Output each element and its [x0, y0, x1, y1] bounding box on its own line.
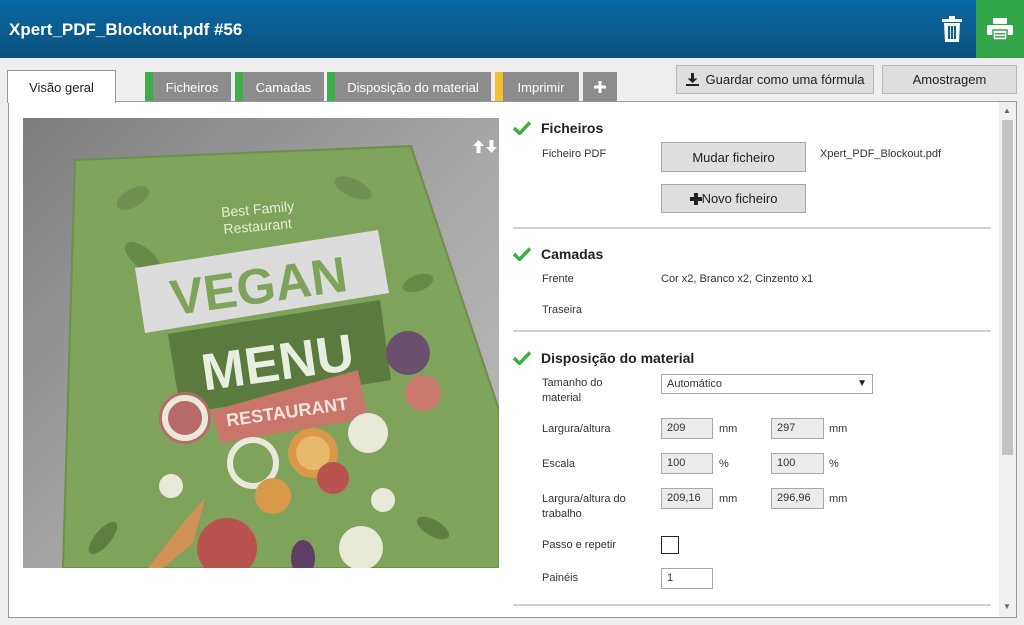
print-button[interactable]: [976, 0, 1024, 58]
unit-mm: mm: [719, 423, 738, 435]
title-bar: Xpert_PDF_Blockout.pdf #56: [0, 0, 1024, 58]
sample-button[interactable]: Amostragem: [882, 65, 1017, 94]
tab-label: Visão geral: [29, 79, 94, 95]
section-files-header: Ficheiros: [513, 120, 603, 136]
unit-percent: %: [829, 458, 839, 470]
scrollbar-thumb[interactable]: [1002, 120, 1013, 455]
scale-x-input[interactable]: 100: [661, 453, 713, 474]
tab-label: Ficheiros: [165, 79, 219, 95]
scale-label: Escala: [542, 458, 576, 470]
section-media-layout-header: Disposição do material: [513, 350, 694, 366]
overview-panel: Best Family Restaurant VEGAN MENU RESTAU…: [8, 101, 1017, 618]
front-value: Cor x2, Branco x2, Cinzento x1: [661, 273, 814, 285]
check-icon: [513, 247, 531, 261]
tab-media-layout[interactable]: Disposição do material: [327, 72, 491, 102]
details-scrollbar[interactable]: ▲ ▼: [999, 102, 1016, 617]
check-icon: [513, 121, 531, 135]
pdf-file-label: Ficheiro PDF: [542, 148, 607, 160]
status-bar: [235, 72, 243, 102]
unit-mm: mm: [829, 423, 848, 435]
scroll-up-icon[interactable]: ▲: [1003, 106, 1011, 115]
tab-layers[interactable]: Camadas: [235, 72, 324, 102]
status-bar: [145, 72, 153, 102]
new-file-label: Novo ficheiro: [701, 191, 778, 206]
media-size-select[interactable]: Automático ▼: [661, 374, 873, 394]
job-size-label-2: trabalho: [542, 508, 582, 520]
add-tab-button[interactable]: [583, 72, 617, 102]
printer-icon: [987, 18, 1013, 40]
trash-icon: [942, 16, 962, 42]
section-divider: [513, 227, 991, 229]
unit-mm: mm: [719, 493, 738, 505]
height-input[interactable]: 297: [771, 418, 824, 439]
preview-flip-controls: [473, 140, 497, 153]
section-layers-title: Camadas: [541, 246, 604, 262]
status-bar: [495, 72, 503, 102]
window-title: Xpert_PDF_Blockout.pdf #56: [9, 20, 243, 39]
section-divider: [513, 604, 991, 606]
section-files-title: Ficheiros: [541, 120, 604, 136]
tab-overview[interactable]: Visão geral: [7, 70, 116, 103]
scroll-down-icon[interactable]: ▼: [1003, 602, 1011, 611]
unit-mm: mm: [829, 493, 848, 505]
unit-percent: %: [719, 458, 729, 470]
download-icon: [685, 73, 699, 86]
step-repeat-checkbox[interactable]: [661, 536, 679, 554]
arrow-up-icon[interactable]: [473, 140, 484, 153]
section-divider: [513, 330, 991, 332]
tab-label: Imprimir: [517, 79, 565, 95]
media-size-label-2: material: [542, 392, 582, 404]
pdf-filename: Xpert_PDF_Blockout.pdf: [820, 148, 942, 160]
save-as-formula-label: Guardar como uma fórmula: [705, 72, 865, 87]
delete-button[interactable]: [928, 0, 976, 58]
panels-label: Painéis: [542, 572, 579, 584]
job-size-label-1: Largura/altura do: [542, 493, 626, 505]
sample-label: Amostragem: [912, 72, 987, 87]
back-label: Traseira: [542, 304, 582, 316]
panels-input[interactable]: 1: [661, 568, 713, 589]
media-size-value: Automático: [667, 378, 723, 390]
change-file-label: Mudar ficheiro: [692, 149, 775, 165]
details-column: Ficheiros Ficheiro PDF Mudar ficheiro Xp…: [513, 102, 993, 617]
new-file-button[interactable]: Novo ficheiro: [661, 184, 806, 213]
plus-icon: [689, 192, 702, 205]
section-layers-header: Camadas: [513, 246, 603, 262]
tab-label: Camadas: [255, 79, 312, 95]
job-height-input[interactable]: 296,96: [771, 488, 824, 509]
section-media-layout-title: Disposição do material: [541, 350, 695, 366]
menu-artwork: Best Family Restaurant VEGAN MENU RESTAU…: [61, 144, 499, 568]
save-as-formula-button[interactable]: Guardar como uma fórmula: [676, 65, 874, 94]
scale-y-input[interactable]: 100: [771, 453, 824, 474]
tab-label: Disposição do material: [347, 79, 479, 95]
check-icon: [513, 351, 531, 365]
status-bar: [327, 72, 335, 102]
chevron-down-icon: ▼: [857, 378, 867, 389]
step-repeat-label: Passo e repetir: [542, 539, 616, 551]
job-width-input[interactable]: 209,16: [661, 488, 713, 509]
tab-files[interactable]: Ficheiros: [145, 72, 231, 102]
arrow-down-icon[interactable]: [486, 140, 497, 153]
change-file-button[interactable]: Mudar ficheiro: [661, 142, 806, 172]
plus-icon: [594, 81, 606, 93]
width-input[interactable]: 209: [661, 418, 713, 439]
front-label: Frente: [542, 273, 574, 285]
print-preview: Best Family Restaurant VEGAN MENU RESTAU…: [23, 118, 499, 568]
width-height-label: Largura/altura: [542, 423, 611, 435]
tab-print[interactable]: Imprimir: [495, 72, 579, 102]
media-size-label-1: Tamanho do: [542, 377, 603, 389]
